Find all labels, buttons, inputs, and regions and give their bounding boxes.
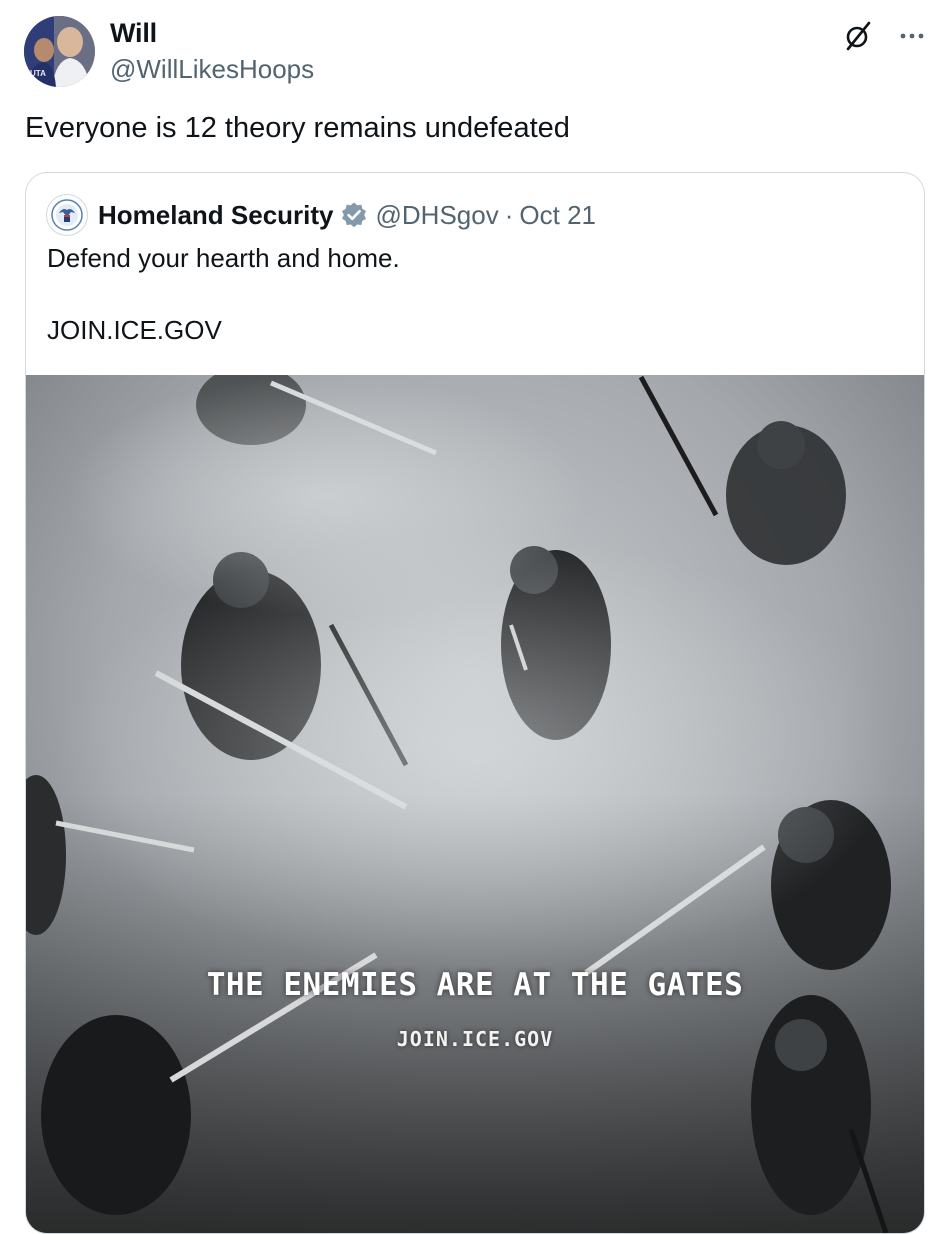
quoted-avatar[interactable]	[46, 194, 88, 236]
grok-icon	[846, 21, 871, 51]
post: UTA Will @WillLikesHoops Everyone is 12 …	[0, 0, 950, 1234]
svg-text:UTA: UTA	[30, 69, 46, 78]
quoted-post[interactable]: Homeland Security @DHSgov · Oct 21 Defen…	[25, 172, 925, 1234]
avatar-photo-icon: UTA	[24, 16, 95, 87]
poster-headline: THE ENEMIES ARE AT THE GATES	[206, 967, 744, 1003]
quoted-media-image[interactable]: THE ENEMIES ARE AT THE GATES JOIN.ICE.GO…	[26, 375, 924, 1233]
quoted-separator: ·	[504, 199, 514, 230]
quoted-date[interactable]: Oct 21	[519, 200, 596, 231]
verified-badge-icon	[341, 202, 366, 228]
poster-subline: JOIN.ICE.GOV	[396, 1027, 554, 1051]
knights-fog-illustration	[26, 375, 924, 1233]
quoted-text-line2[interactable]: JOIN.ICE.GOV	[47, 315, 222, 346]
quoted-text-line1: Defend your hearth and home.	[47, 243, 400, 273]
post-text: Everyone is 12 theory remains undefeated	[25, 112, 570, 144]
more-button[interactable]	[894, 18, 930, 54]
author-display-name[interactable]: Will	[110, 18, 157, 49]
author-avatar[interactable]: UTA	[24, 16, 95, 87]
grok-button[interactable]	[840, 18, 876, 54]
author-handle[interactable]: @WillLikesHoops	[110, 54, 314, 85]
dhs-seal-icon	[51, 199, 83, 231]
more-icon	[900, 33, 924, 39]
quoted-display-name[interactable]: Homeland Security	[98, 200, 334, 231]
quoted-handle[interactable]: @DHSgov	[376, 200, 499, 231]
quoted-header: Homeland Security @DHSgov · Oct 21	[46, 194, 596, 236]
